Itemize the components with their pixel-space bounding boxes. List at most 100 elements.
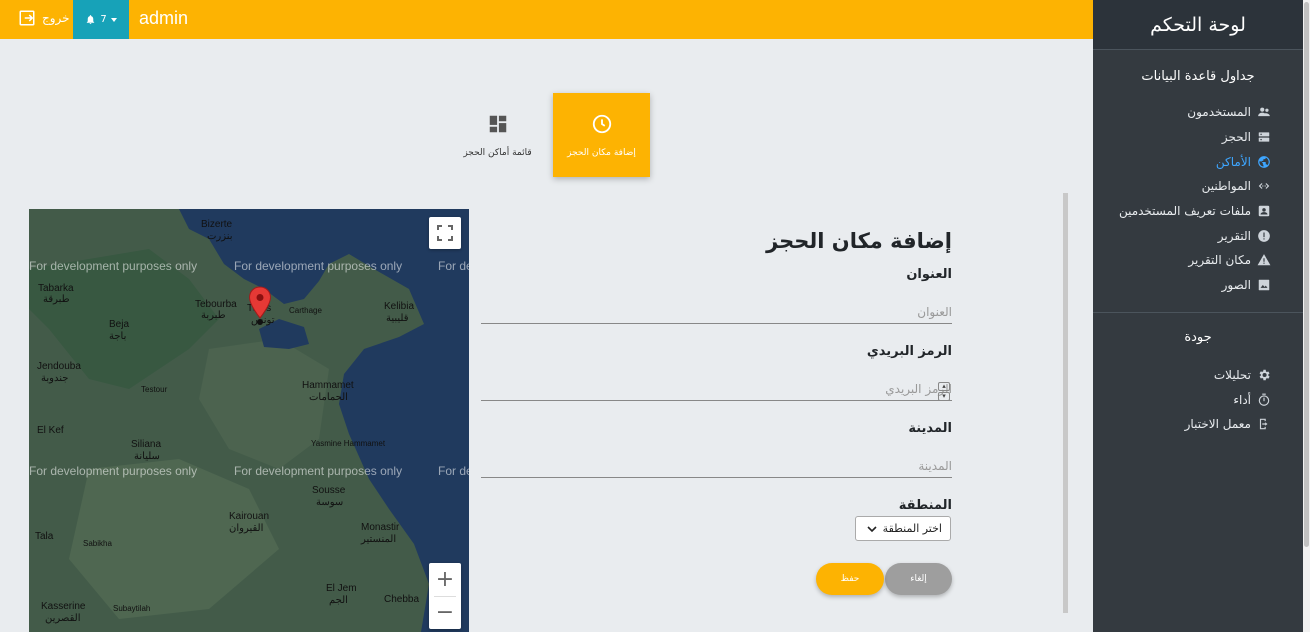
notifications-button[interactable]: 7 (73, 0, 129, 39)
sidebar-item-places[interactable]: الأماكن (1093, 149, 1303, 174)
chevron-down-icon (867, 525, 877, 532)
map-city-label: Siliana (131, 439, 162, 450)
map-city-label: الجم (329, 595, 348, 606)
map-city-label: Beja (109, 319, 130, 330)
map-city-label: Kairouan (229, 511, 270, 522)
warning-icon (1257, 254, 1271, 266)
map-watermark: For development purposes only (29, 259, 198, 273)
map-city-label: المنستير (361, 534, 397, 545)
tab-add-place[interactable]: إضافة مكان الحجز (553, 93, 650, 177)
sidebar-item-images[interactable]: الصور (1093, 273, 1303, 298)
map-city-label: El Jem (326, 583, 357, 594)
sidebar-item-performance[interactable]: أداء (1093, 387, 1303, 412)
spinner-up-icon[interactable]: ▴ (938, 382, 950, 391)
sidebar-item-user-profiles[interactable]: ملفات تعريف المستخدمين (1093, 199, 1303, 224)
form-heading: إضافة مكان الحجز (766, 229, 952, 253)
map-marker-icon[interactable] (248, 286, 272, 326)
zoom-in-button[interactable]: + (429, 563, 461, 596)
map-watermark: For development purposes only (234, 259, 403, 273)
user-name[interactable]: admin (139, 8, 188, 29)
map-city-label: Testour (141, 385, 168, 394)
save-button[interactable]: حفظ (816, 563, 884, 595)
globe-icon (1258, 155, 1270, 168)
postal-code-input[interactable]: الرمز البريدي ▴ ▾ (481, 377, 952, 401)
map-city-label: سليانة (134, 451, 160, 462)
sidebar-item-booking[interactable]: الحجز (1093, 125, 1303, 150)
map-city-label: بنزرت (207, 231, 233, 242)
tab-places-list-label: قائمة أماكن الحجز (463, 147, 532, 158)
map-city-label: Tebourba (195, 299, 237, 310)
map-watermark: For development purposes only (29, 464, 198, 478)
city-input[interactable]: المدينة (481, 454, 952, 478)
sidebar-item-label: مكان التقرير (1188, 253, 1251, 268)
region-select[interactable]: اختر المنطقة (855, 516, 951, 541)
sidebar-item-report[interactable]: التقرير (1093, 223, 1303, 248)
map-city-label: Monastir (361, 522, 400, 533)
logout-label: خروج (42, 11, 70, 25)
address-input[interactable]: العنوان (481, 300, 952, 324)
bell-icon (87, 15, 95, 25)
spinner-down-icon[interactable]: ▾ (938, 392, 950, 401)
map-city-label: القيروان (229, 523, 264, 534)
map-city-label: Yasmine Hammamet (311, 439, 386, 448)
map-city-label: Tala (35, 531, 54, 542)
stopwatch-icon (1258, 393, 1270, 406)
gear-icon (1259, 369, 1270, 381)
map-city-label: Carthage (289, 306, 322, 315)
sidebar-scrollbar[interactable] (1303, 0, 1310, 632)
address-placeholder: العنوان (917, 304, 952, 319)
map-city-label: سوسة (316, 497, 344, 508)
map-city-label: Tabarka (38, 283, 74, 294)
server-icon (1258, 132, 1270, 142)
map-city-label: Bizerte (201, 219, 233, 230)
map-city-label: Hammamet (302, 380, 354, 391)
sidebar-item-label: المواطنين (1201, 179, 1251, 194)
sidebar-item-label: معمل الاختبار (1184, 417, 1251, 432)
users-icon (1258, 107, 1270, 117)
map-city-label: Kasserine (41, 601, 86, 612)
sidebar-item-report-place[interactable]: مكان التقرير (1093, 248, 1303, 273)
map-city-label: Kelibia (384, 301, 415, 312)
city-placeholder: المدينة (918, 458, 952, 473)
map-city-label: قليبية (386, 313, 409, 324)
map-city-label: باجة (109, 331, 127, 342)
add-place-form: إضافة مكان الحجز العنوان العنوان الرمز ا… (481, 220, 952, 595)
region-label: المنطقة (898, 498, 952, 513)
zoom-controls: + − (429, 563, 461, 629)
cancel-button[interactable]: إلغاء (885, 563, 952, 595)
logout-button[interactable]: خروج (18, 9, 70, 27)
sidebar-item-label: الصور (1221, 278, 1251, 293)
sidebar-item-label: التقرير (1217, 228, 1251, 243)
map-city-label: طبربة (201, 310, 226, 321)
map-city-label: Chebba (384, 594, 420, 605)
map-city-label: جندوبة (41, 373, 69, 384)
zoom-out-button[interactable]: − (429, 596, 461, 629)
sidebar-item-users[interactable]: المستخدمون (1093, 100, 1303, 125)
logout-icon (19, 10, 35, 26)
postal-code-label: الرمز البريدي (866, 344, 952, 359)
dashboard-grid-icon (489, 115, 506, 132)
id-card-icon (1258, 205, 1270, 217)
region-select-value: اختر المنطقة (882, 522, 942, 535)
sidebar-item-test-lab[interactable]: معمل الاختبار (1093, 412, 1303, 437)
content-scrollbar[interactable] (1063, 193, 1068, 613)
fullscreen-button[interactable] (429, 217, 461, 249)
sidebar-item-label: ملفات تعريف المستخدمين (1118, 204, 1251, 219)
code-arrows-icon (1258, 183, 1270, 190)
map[interactable]: For development purposes only For develo… (29, 209, 469, 632)
map-city-label: Jendouba (37, 361, 81, 372)
number-spinner[interactable]: ▴ ▾ (938, 382, 950, 402)
sidebar-item-label: الحجز (1221, 130, 1251, 145)
tab-places-list[interactable]: قائمة أماكن الحجز (449, 93, 546, 177)
top-bar: خروج 7 admin (0, 0, 1093, 39)
sidebar-title[interactable]: لوحة التحكم (1093, 0, 1303, 50)
city-label: المدينة (908, 421, 952, 436)
sidebar-section-database: جداول قاعدة البيانات (1141, 69, 1255, 84)
sidebar-item-analytics[interactable]: تحليلات (1093, 363, 1303, 388)
map-city-label: طبرقة (43, 294, 70, 305)
sidebar-item-citizens[interactable]: المواطنين (1093, 174, 1303, 199)
clock-icon (592, 114, 611, 133)
map-city-label: Sabikha (83, 539, 112, 548)
notifications-count: 7 (100, 14, 107, 25)
map-city-label: الحمامات (309, 392, 348, 403)
